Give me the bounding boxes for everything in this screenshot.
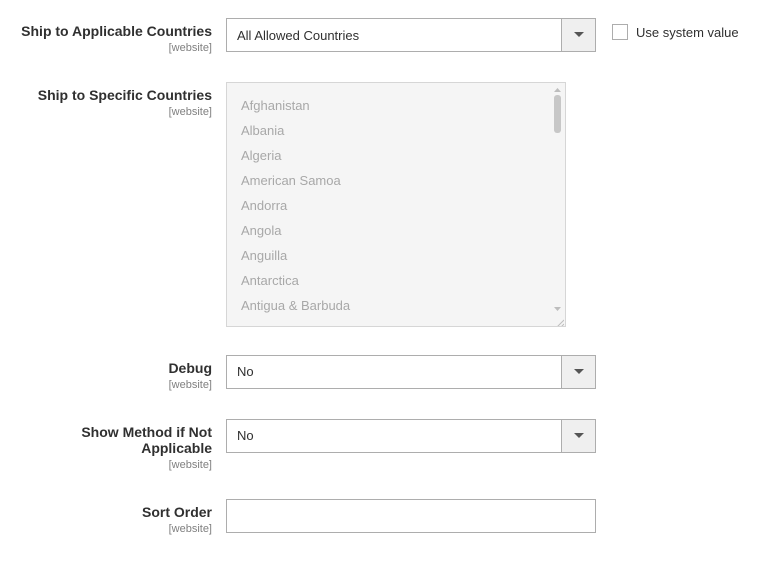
scroll-up-icon[interactable] [552,85,563,95]
label-ship-specific: Ship to Specific Countries [website] [8,82,226,118]
list-item[interactable]: Anguilla [241,243,565,268]
ship-specific-multiselect[interactable]: Afghanistan Albania Algeria American Sam… [226,82,566,327]
scroll-thumb[interactable] [554,95,561,133]
ship-applicable-select[interactable]: All Allowed Countries [226,18,596,52]
list-item[interactable]: Algeria [241,143,565,168]
list-item[interactable]: Albania [241,118,565,143]
list-item[interactable]: American Samoa [241,168,565,193]
chevron-down-icon [574,369,584,375]
sort-order-input[interactable] [226,499,596,533]
list-item[interactable]: Angola [241,218,565,243]
label-scope: [website] [8,42,212,54]
multiselect-list: Afghanistan Albania Algeria American Sam… [227,83,565,318]
scroll-down-icon[interactable] [552,304,563,314]
debug-select[interactable]: No [226,355,596,389]
label-scope: [website] [8,523,212,535]
use-system-label: Use system value [636,25,739,40]
show-method-select[interactable]: No [226,419,596,453]
list-item[interactable]: Antarctica [241,268,565,293]
resize-handle-icon[interactable] [554,315,564,325]
label-show-method: Show Method if Not Applicable [website] [8,419,226,472]
label-debug: Debug [website] [8,355,226,391]
dropdown-button[interactable] [561,356,595,388]
dropdown-button[interactable] [561,420,595,452]
select-value: No [227,364,561,379]
label-text: Ship to Applicable Countries [8,23,212,40]
dropdown-button[interactable] [561,19,595,51]
select-value: No [227,428,561,443]
label-scope: [website] [8,106,212,118]
label-ship-applicable: Ship to Applicable Countries [website] [8,18,226,54]
list-item[interactable]: Antigua & Barbuda [241,293,565,318]
label-text: Ship to Specific Countries [8,87,212,104]
list-item[interactable]: Afghanistan [241,93,565,118]
label-text: Debug [8,360,212,377]
label-text: Show Method if Not Applicable [8,424,212,458]
label-scope: [website] [8,379,212,391]
scrollbar[interactable] [552,85,563,324]
label-text: Sort Order [8,504,212,521]
chevron-down-icon [574,433,584,439]
chevron-down-icon [574,32,584,38]
label-scope: [website] [8,459,212,471]
select-value: All Allowed Countries [227,28,561,43]
use-system-checkbox[interactable] [612,24,628,40]
list-item[interactable]: Andorra [241,193,565,218]
label-sort-order: Sort Order [website] [8,499,226,535]
